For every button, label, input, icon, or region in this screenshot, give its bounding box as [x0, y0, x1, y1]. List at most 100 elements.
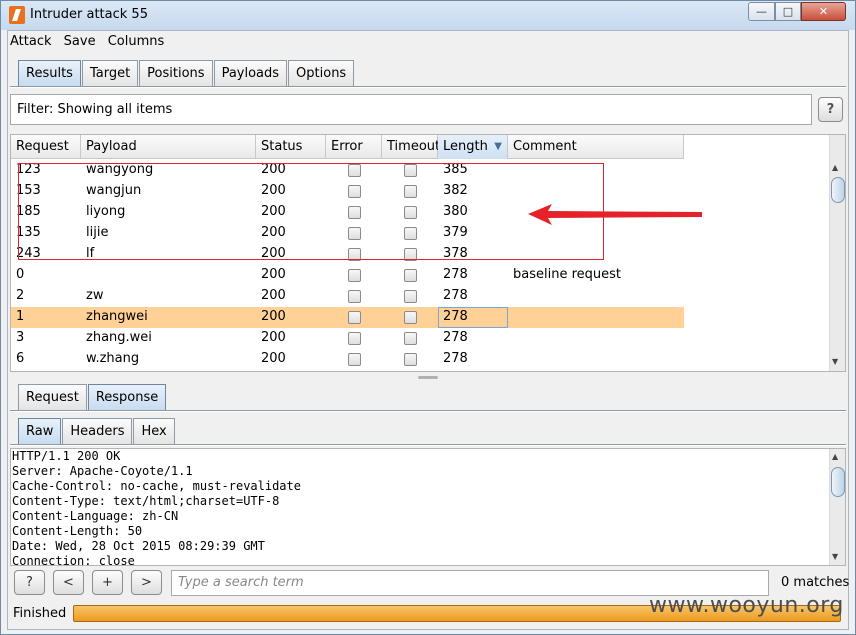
table-row[interactable]: 123 wangyong 200 385	[11, 160, 684, 181]
pane-splitter[interactable]	[418, 376, 438, 379]
tab-raw[interactable]: Raw	[18, 418, 62, 445]
cell-request: 243	[16, 246, 41, 261]
cell-timeout	[382, 223, 438, 244]
tab-positions[interactable]: Positions	[139, 60, 213, 87]
maximize-button[interactable]: □	[775, 2, 801, 21]
cell-request: 0	[16, 267, 25, 282]
tab-hex[interactable]: Hex	[133, 418, 175, 445]
search-next-button[interactable]: >	[131, 570, 162, 595]
filter-help-button[interactable]: ?	[818, 97, 843, 122]
cell-length: 378	[443, 246, 468, 261]
table-row[interactable]: 1 zhangwei 200 278	[11, 307, 684, 328]
title-bar[interactable]: Intruder attack 55 — □ ✕	[1, 1, 855, 30]
table-row[interactable]: 2 zw 200 278	[11, 286, 684, 307]
cell-length: 278	[443, 330, 468, 345]
timeout-checkbox[interactable]	[403, 227, 417, 240]
table-row[interactable]: 243 lf 200 378	[11, 244, 684, 265]
cell-request: 6	[16, 351, 25, 366]
error-checkbox[interactable]	[347, 332, 361, 345]
cell-status: 200	[261, 309, 286, 324]
col-request[interactable]: Request	[11, 135, 81, 159]
scroll-down-icon[interactable]: ▼	[832, 357, 838, 366]
response-line: Content-Length: 50	[12, 524, 143, 538]
tab-target[interactable]: Target	[81, 60, 139, 87]
table-scrollbar[interactable]: ▲ ▼	[829, 135, 845, 371]
col-payload[interactable]: Payload	[81, 135, 256, 159]
results-table: Request Payload Status Error Timeout Len…	[10, 134, 846, 372]
menu-columns[interactable]: Columns	[108, 34, 165, 49]
timeout-checkbox[interactable]	[403, 269, 417, 282]
error-checkbox[interactable]	[347, 290, 361, 303]
response-scroll-thumb[interactable]	[831, 467, 845, 497]
cell-length: 380	[443, 204, 468, 219]
cell-error	[326, 202, 382, 223]
cell-length: 278	[443, 351, 468, 366]
col-comment[interactable]: Comment	[508, 135, 684, 159]
search-add-button[interactable]: +	[92, 570, 123, 595]
tab-payloads[interactable]: Payloads	[213, 60, 288, 87]
tab-request[interactable]: Request	[18, 384, 87, 411]
timeout-checkbox[interactable]	[403, 185, 417, 198]
cell-length: 278	[443, 288, 468, 303]
cell-status: 200	[261, 288, 286, 303]
error-checkbox[interactable]	[347, 206, 361, 219]
timeout-checkbox[interactable]	[403, 353, 417, 366]
message-tabs: Request Response	[18, 384, 167, 411]
cell-request: 1	[16, 309, 25, 324]
sort-desc-icon: ▼	[494, 141, 502, 152]
table-row[interactable]: 0 200 278 baseline request	[11, 265, 684, 286]
cell-payload	[81, 265, 256, 286]
filter-bar[interactable]: Filter: Showing all items	[10, 94, 812, 125]
error-checkbox[interactable]	[347, 248, 361, 261]
menu-save[interactable]: Save	[64, 34, 96, 49]
cell-timeout	[382, 202, 438, 223]
col-timeout[interactable]: Timeout	[382, 135, 440, 159]
timeout-checkbox[interactable]	[403, 164, 417, 177]
cell-request: 135	[16, 225, 41, 240]
cell-status: 200	[261, 330, 286, 345]
response-scroll-down-icon[interactable]: ▼	[832, 552, 838, 561]
cell-error	[326, 286, 382, 307]
scroll-up-icon[interactable]: ▲	[832, 163, 838, 172]
cell-status: 200	[261, 267, 286, 282]
timeout-checkbox[interactable]	[403, 332, 417, 345]
response-line: HTTP/1.1 200 OK	[12, 449, 121, 463]
cell-comment	[508, 349, 684, 370]
table-row[interactable]: 153 wangjun 200 382	[11, 181, 684, 202]
col-length[interactable]: Length ▼	[438, 135, 508, 159]
table-row[interactable]: 3 zhang.wei 200 278	[11, 328, 684, 349]
cell-status: 200	[261, 246, 286, 261]
cell-request: 185	[16, 204, 41, 219]
response-scrollbar[interactable]: ▲ ▼	[829, 449, 845, 565]
table-row[interactable]: 6 w.zhang 200 278	[11, 349, 684, 370]
tab-results[interactable]: Results	[18, 60, 81, 87]
menu-attack[interactable]: Attack	[10, 34, 52, 49]
timeout-checkbox[interactable]	[403, 206, 417, 219]
response-line: Content-Language: zh-CN	[12, 509, 179, 523]
close-button[interactable]: ✕	[801, 2, 846, 21]
tab-options[interactable]: Options	[288, 60, 355, 87]
response-scroll-up-icon[interactable]: ▲	[832, 452, 838, 461]
cell-payload: w.zhang	[86, 351, 140, 366]
tab-headers[interactable]: Headers	[62, 418, 133, 445]
timeout-checkbox[interactable]	[403, 311, 417, 324]
timeout-checkbox[interactable]	[403, 248, 417, 261]
cell-status: 200	[261, 204, 286, 219]
tab-response[interactable]: Response	[87, 384, 167, 411]
cell-error	[326, 328, 382, 349]
error-checkbox[interactable]	[347, 353, 361, 366]
error-checkbox[interactable]	[347, 164, 361, 177]
error-checkbox[interactable]	[347, 227, 361, 240]
minimize-button[interactable]: —	[748, 2, 775, 21]
search-help-button[interactable]: ?	[14, 570, 45, 595]
status-text: Finished	[13, 606, 67, 621]
response-raw-view[interactable]: HTTP/1.1 200 OK Server: Apache-Coyote/1.1…	[10, 448, 846, 566]
search-prev-button[interactable]: <	[53, 570, 84, 595]
error-checkbox[interactable]	[347, 311, 361, 324]
timeout-checkbox[interactable]	[403, 290, 417, 303]
error-checkbox[interactable]	[347, 185, 361, 198]
scroll-thumb[interactable]	[831, 177, 845, 203]
error-checkbox[interactable]	[347, 269, 361, 282]
col-error[interactable]: Error	[326, 135, 382, 159]
col-status[interactable]: Status	[256, 135, 326, 159]
